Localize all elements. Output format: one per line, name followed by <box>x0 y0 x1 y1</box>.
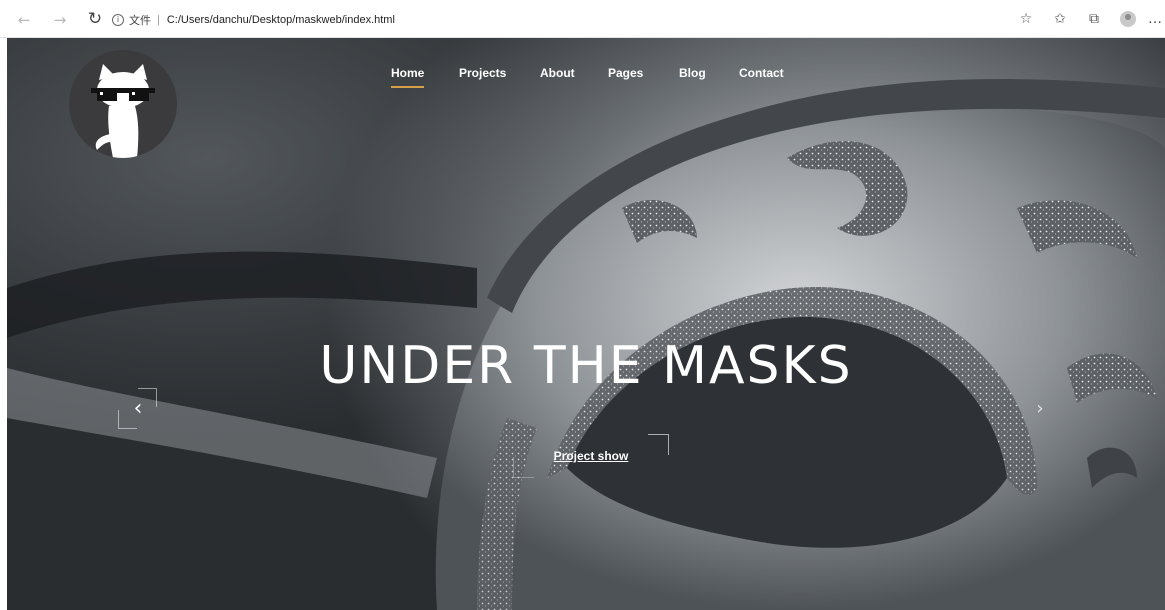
hero-slider: Home Projects About Pages Blog Contact U… <box>7 38 1165 610</box>
reload-icon[interactable]: ↻ <box>84 8 106 30</box>
profile-icon[interactable] <box>1111 11 1145 27</box>
forward-arrow-icon[interactable]: → <box>49 9 71 31</box>
project-show-label: Project show <box>553 449 629 463</box>
hero-title: UNDER THE MASKS <box>319 336 853 396</box>
address-url[interactable]: C:/Users/danchu/Desktop/maskweb/index.ht… <box>167 14 395 26</box>
info-icon[interactable]: i <box>112 14 124 26</box>
address-scheme-label: 文件 <box>129 15 151 27</box>
favorites-icon[interactable]: ✩ <box>1043 11 1077 27</box>
favorite-add-icon[interactable]: ☆ <box>1009 11 1043 27</box>
browser-toolbar: ← → ↻ i 文件 | C:/Users/danchu/Desktop/mas… <box>0 0 1165 38</box>
address-separator: | <box>157 14 160 26</box>
nav-item-contact[interactable]: Contact <box>739 66 784 80</box>
mask-background-image <box>7 79 1165 610</box>
back-arrow-icon[interactable]: ← <box>13 9 35 31</box>
main-nav: Home Projects About Pages Blog Contact <box>7 66 1165 90</box>
nav-item-blog[interactable]: Blog <box>679 66 706 80</box>
nav-item-projects[interactable]: Projects <box>459 66 506 80</box>
nav-item-home[interactable]: Home <box>391 66 425 88</box>
chevron-left-icon[interactable]: ‹ <box>118 388 158 429</box>
collections-icon[interactable]: ⧉ <box>1077 11 1111 27</box>
chevron-right-icon[interactable]: › <box>1020 388 1060 428</box>
browser-right-icons: ☆ ✩ ⧉ … <box>1009 8 1165 30</box>
project-show-button[interactable]: Project show <box>513 434 669 478</box>
nav-item-about[interactable]: About <box>540 66 575 80</box>
more-icon[interactable]: … <box>1145 11 1165 27</box>
address-bar[interactable]: i 文件 | C:/Users/danchu/Desktop/maskweb/i… <box>112 7 912 33</box>
nav-item-pages[interactable]: Pages <box>608 66 643 80</box>
